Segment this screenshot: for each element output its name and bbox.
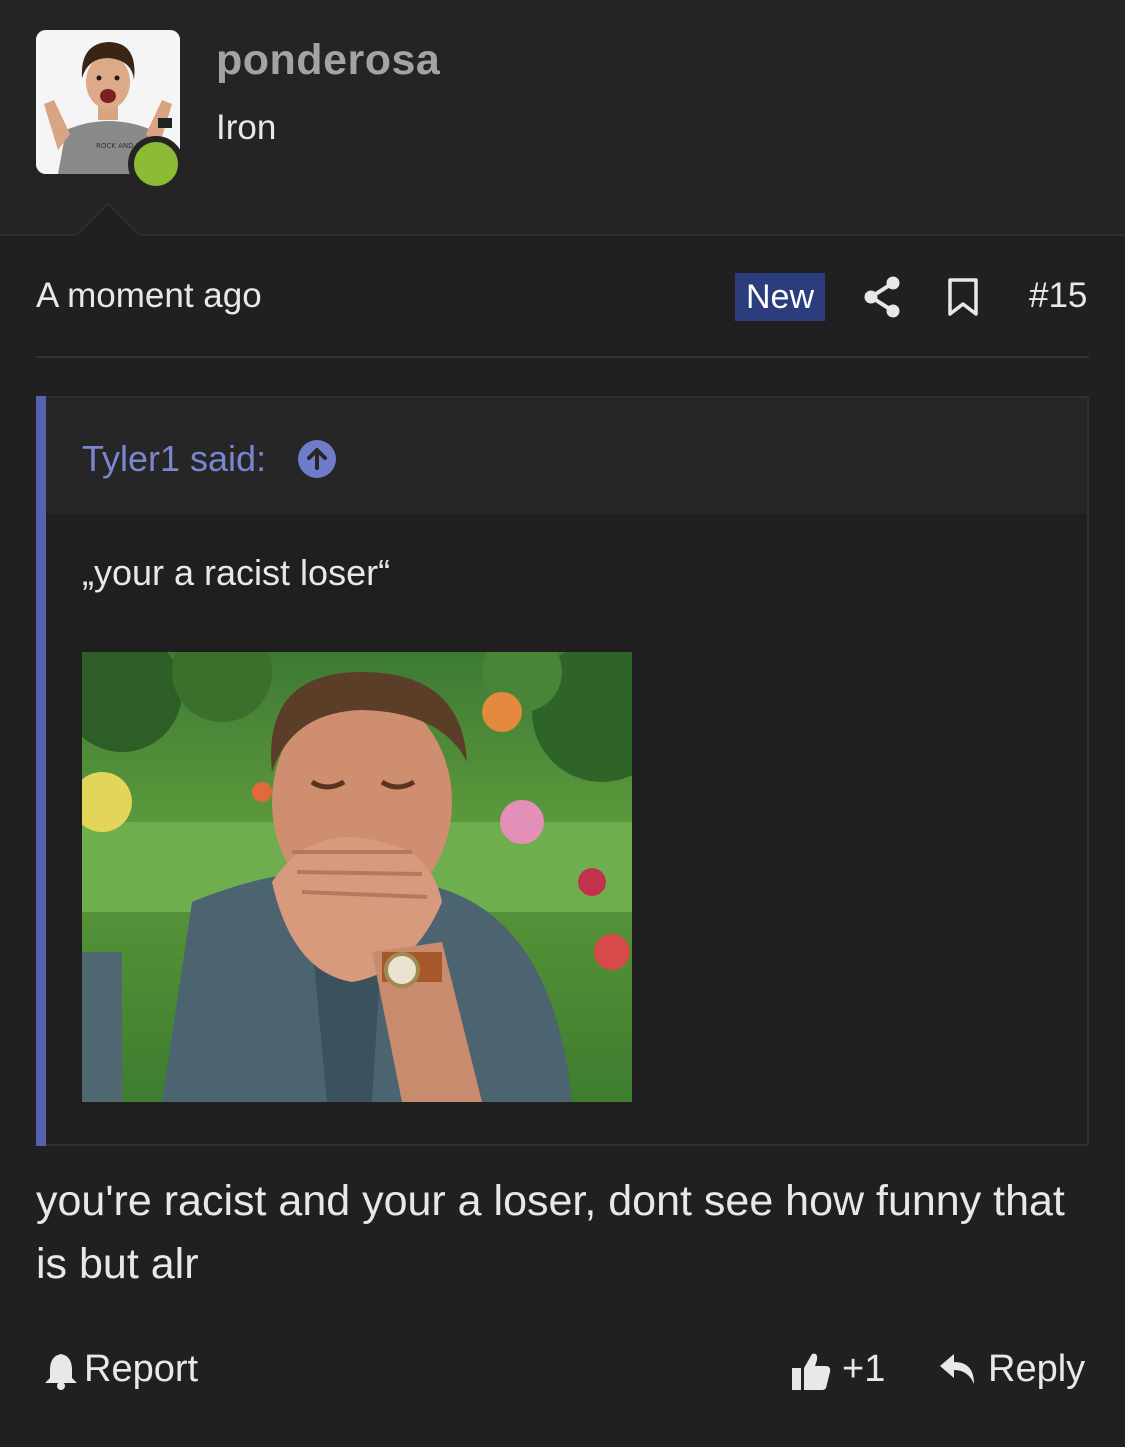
share-icon[interactable] [862, 275, 902, 319]
report-label: Report [84, 1348, 199, 1390]
quote-author-link[interactable]: Tyler1 said: [82, 438, 266, 480]
quote-gif-image[interactable] [82, 652, 632, 1102]
like-count-label: +1 [842, 1348, 886, 1390]
post-body-text: you're racist and your a loser, dont see… [36, 1177, 1065, 1288]
post-timestamp[interactable]: A moment ago [36, 276, 262, 316]
post-number-link[interactable]: #15 [1029, 276, 1087, 316]
arrow-up-circle-icon[interactable] [298, 440, 336, 478]
quote-accent-bar [36, 396, 46, 1146]
user-rank: Iron [216, 108, 277, 147]
post-meta-bar: A moment ago New #15 [36, 260, 1089, 358]
thumbs-up-icon [792, 1353, 831, 1390]
online-status-indicator [128, 136, 184, 192]
bookmark-icon[interactable] [946, 277, 980, 317]
reply-label: Reply [988, 1348, 1086, 1390]
header-notch-fill [76, 205, 140, 237]
new-badge: New [735, 273, 825, 321]
avatar[interactable]: ROCK AND ROLL [36, 30, 184, 192]
user-header: ROCK AND ROLL ponderosa Iron [0, 0, 1125, 236]
quote-header: Tyler1 said: [46, 398, 1087, 514]
quote-block: Tyler1 said: „your a racist loser“ [36, 396, 1089, 1146]
bell-icon [45, 1354, 77, 1390]
reply-arrow-icon [940, 1354, 974, 1384]
username[interactable]: ponderosa [216, 36, 440, 85]
quote-text: „your a racist loser“ [82, 552, 391, 593]
